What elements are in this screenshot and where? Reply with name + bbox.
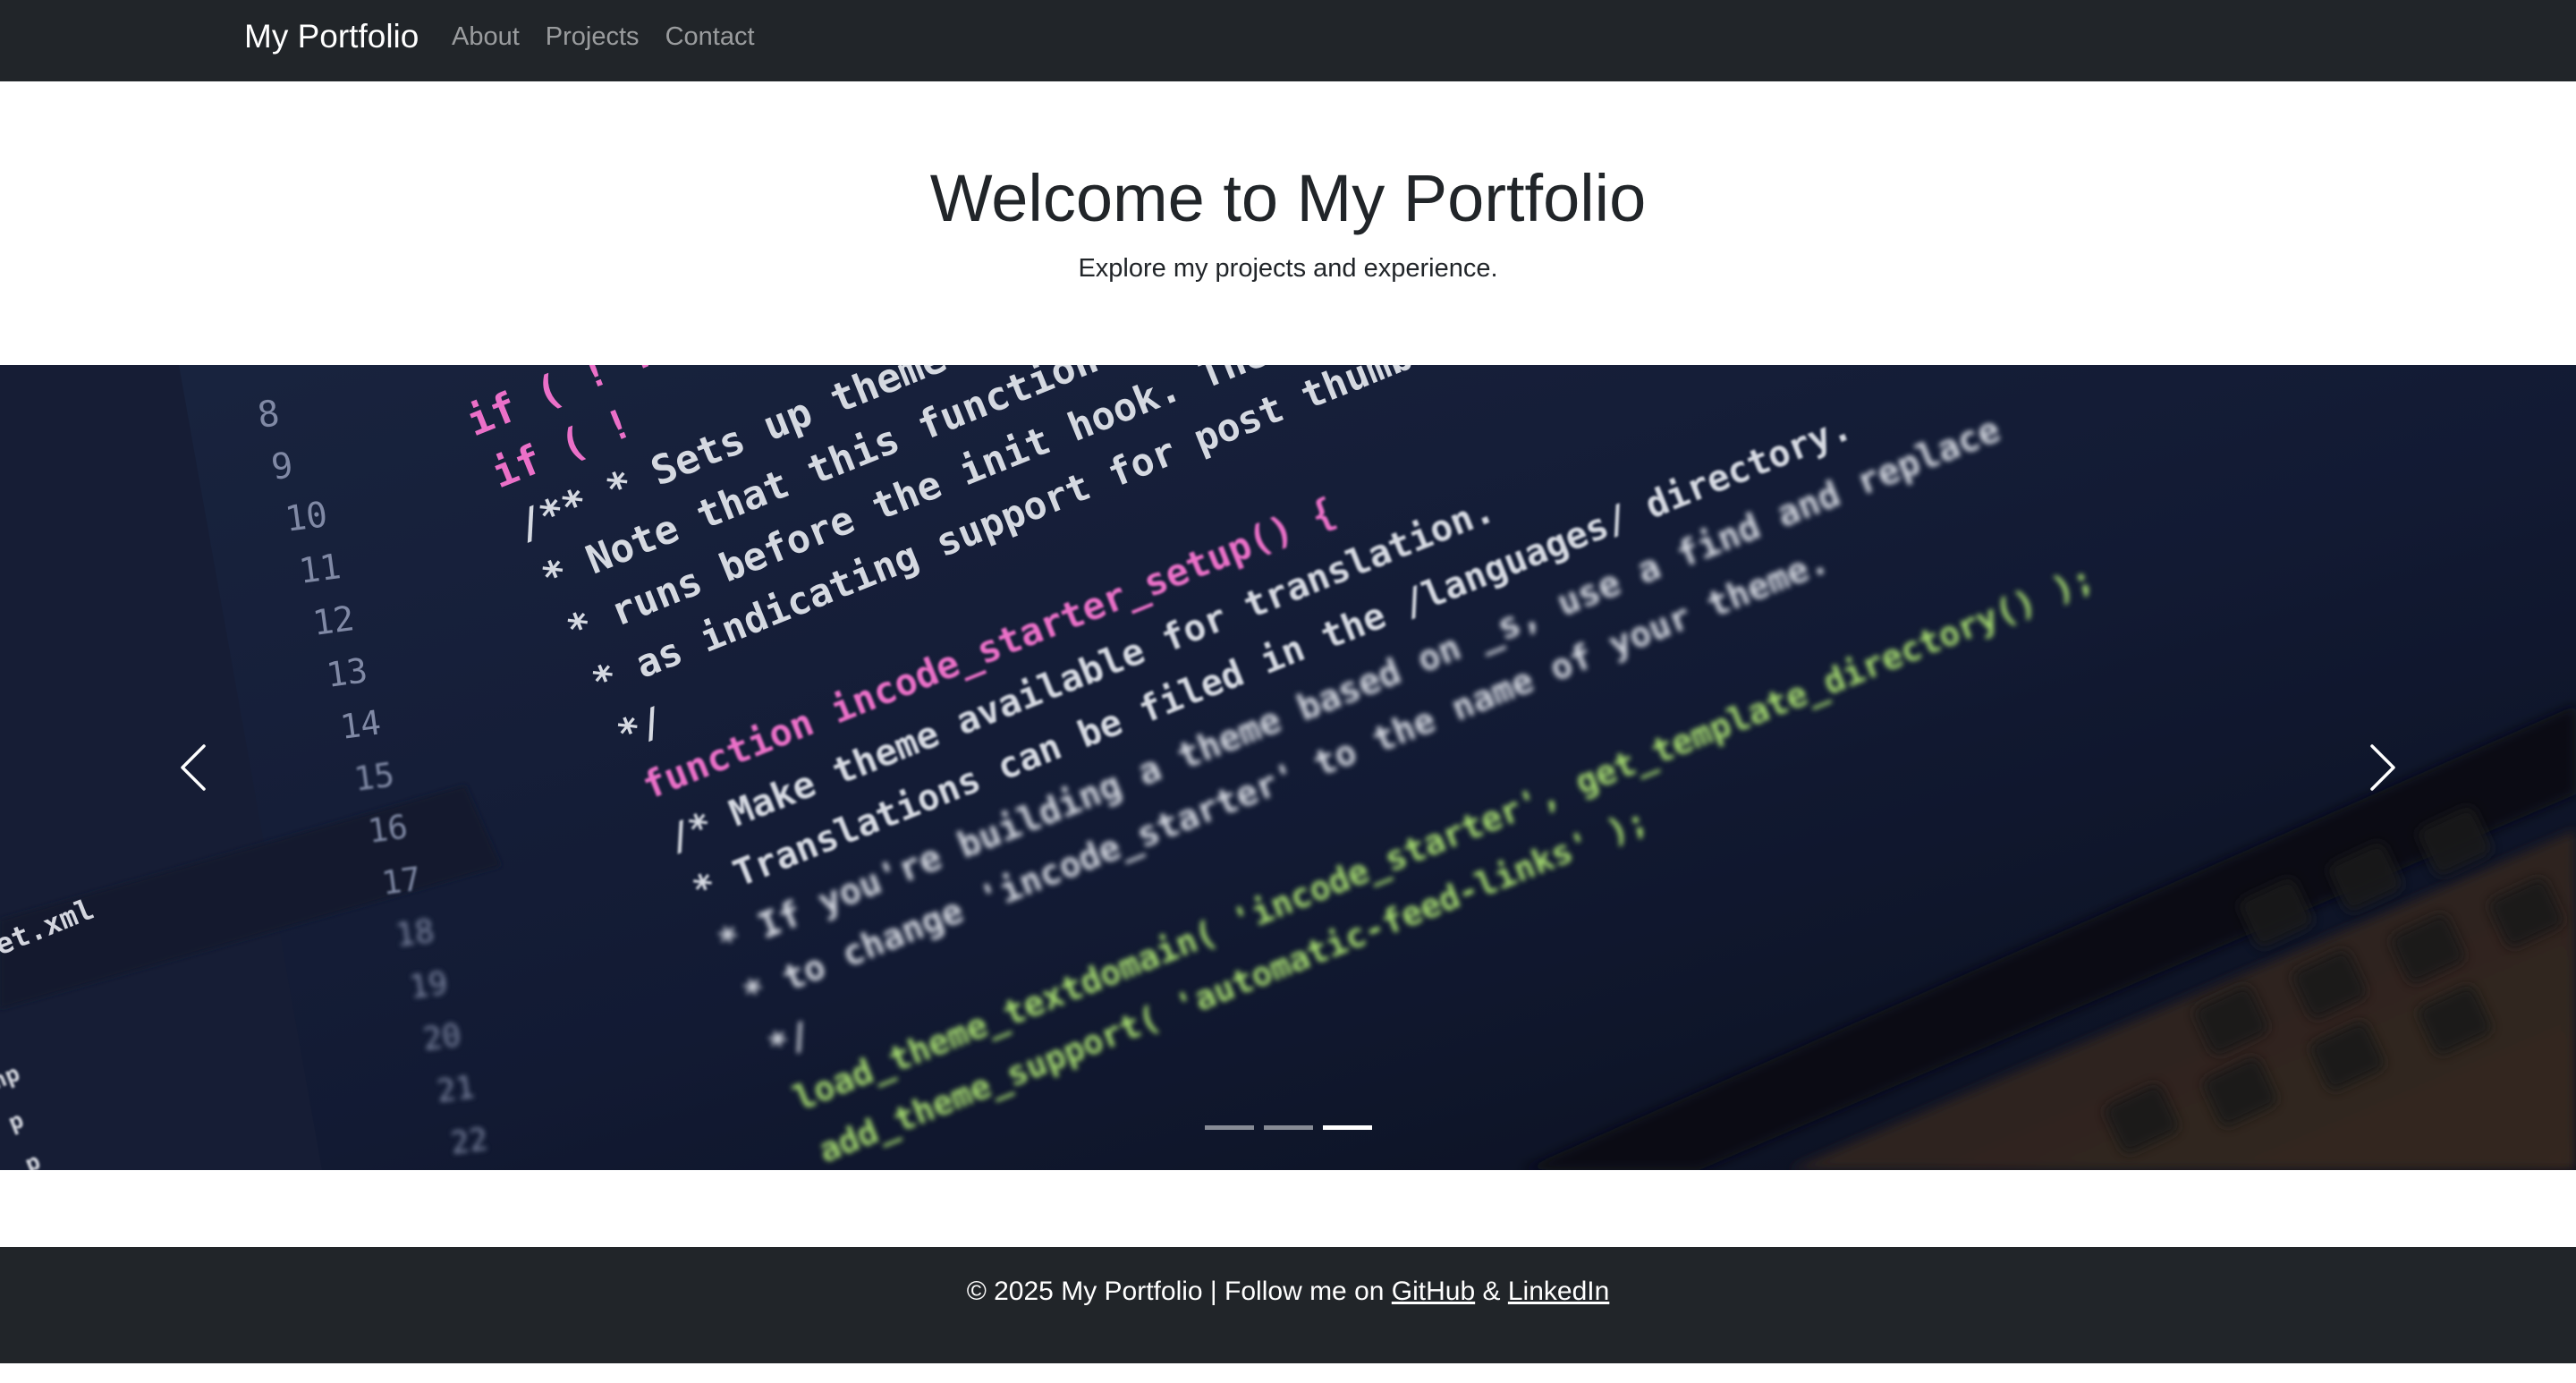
brand-link[interactable]: My Portfolio	[244, 16, 419, 57]
carousel-indicator-1[interactable]	[1204, 1125, 1254, 1130]
image-carousel: et.xml hp p p ion 8if ( ! fun9if ( !10/*…	[0, 365, 2576, 1170]
carousel-indicator-2[interactable]	[1263, 1125, 1313, 1130]
footer: © 2025 My Portfolio | Follow me on GitHu…	[0, 1247, 2576, 1363]
nav-link-about[interactable]: About	[452, 20, 520, 54]
navbar: My Portfolio About Projects Contact	[0, 0, 2576, 81]
footer-text: © 2025 My Portfolio | Follow me on GitHu…	[0, 1274, 2576, 1310]
carousel-slide-image: et.xml hp p p ion 8if ( ! fun9if ( !10/*…	[0, 365, 2576, 1170]
nav-link-projects[interactable]: Projects	[546, 20, 640, 54]
footer-copyright: © 2025 My Portfolio | Follow me on	[966, 1277, 1385, 1306]
carousel-next-button[interactable]	[2204, 365, 2562, 1170]
footer-ampersand: &	[1482, 1277, 1501, 1306]
carousel-indicators	[0, 1125, 2576, 1130]
nav-links: About Projects Contact	[452, 20, 755, 54]
linkedin-link[interactable]: LinkedIn	[1508, 1277, 1609, 1306]
hero-subtitle: Explore my projects and experience.	[1078, 254, 1498, 283]
carousel-prev-button[interactable]	[14, 365, 372, 1170]
nav-link-contact[interactable]: Contact	[665, 20, 755, 54]
chevron-right-icon	[2370, 744, 2395, 791]
chevron-left-icon	[181, 744, 206, 791]
carousel-indicator-3[interactable]	[1322, 1125, 1372, 1130]
github-link[interactable]: GitHub	[1392, 1277, 1475, 1306]
hero-title: Welcome to My Portfolio	[929, 161, 1647, 235]
